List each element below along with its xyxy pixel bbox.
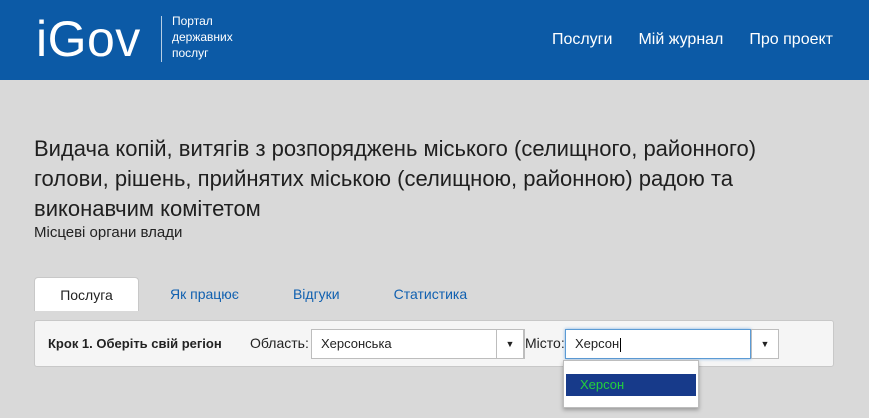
- service-title: Видача копій, витягів з розпоряджень міс…: [34, 136, 757, 221]
- tab-service[interactable]: Послуга: [34, 277, 139, 311]
- step-panel: Крок 1. Оберіть свій регіон Область: Хер…: [34, 320, 834, 367]
- nav-services[interactable]: Послуги: [552, 31, 613, 49]
- city-option[interactable]: Херсон: [566, 374, 696, 396]
- logo-subtitle-line-2: державних: [172, 30, 233, 44]
- service-subtitle: Місцеві органи влади: [34, 224, 183, 241]
- region-label: Область:: [250, 335, 309, 351]
- logo[interactable]: iGov: [36, 10, 141, 68]
- region-select[interactable]: Херсонська: [311, 329, 525, 359]
- caret-down-icon: ▼: [505, 339, 515, 349]
- city-input-value: Херсон: [575, 336, 620, 351]
- main-nav: Послуги Мій журнал Про проект: [552, 31, 833, 49]
- caret-down-icon: ▼: [760, 339, 770, 349]
- header: iGov Портал державних послуг Послуги Мій…: [0, 0, 869, 80]
- logo-subtitle: Портал державних послуг: [172, 13, 233, 61]
- tab-reviews[interactable]: Відгуки: [266, 277, 367, 311]
- city-label: Місто:: [525, 335, 565, 351]
- city-input[interactable]: Херсон: [565, 329, 751, 359]
- logo-divider: [161, 16, 162, 62]
- step-label: Крок 1. Оберіть свій регіон: [48, 336, 222, 351]
- tab-statistics[interactable]: Статистика: [367, 277, 495, 311]
- tab-how-it-works[interactable]: Як працює: [143, 277, 266, 311]
- nav-my-journal[interactable]: Мій журнал: [638, 31, 723, 49]
- region-dropdown-toggle[interactable]: ▼: [496, 329, 524, 359]
- nav-about-project[interactable]: Про проект: [749, 31, 833, 49]
- city-dropdown-toggle[interactable]: ▼: [751, 329, 779, 359]
- text-cursor: [620, 337, 622, 352]
- logo-subtitle-line-3: послуг: [172, 46, 209, 60]
- city-dropdown-list: Херсон: [563, 360, 699, 408]
- logo-subtitle-line-1: Портал: [172, 14, 213, 28]
- service-tabs: Послуга Як працює Відгуки Статистика: [34, 277, 494, 311]
